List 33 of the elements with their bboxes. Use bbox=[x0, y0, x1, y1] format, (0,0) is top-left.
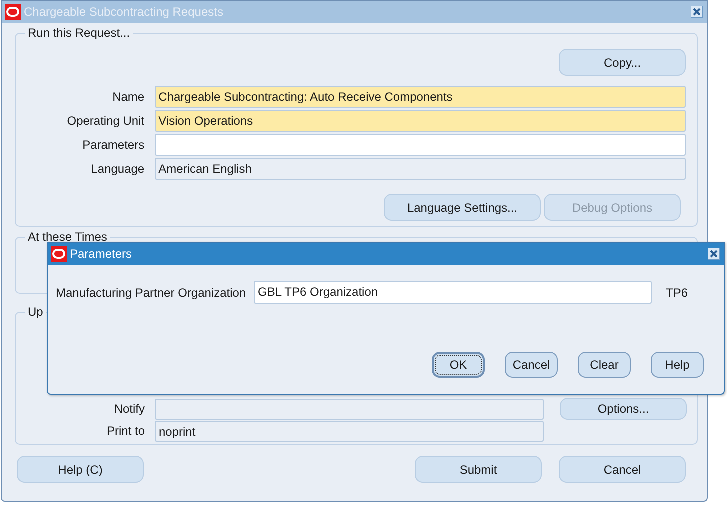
dialog-title: Parameters bbox=[70, 247, 134, 261]
input-field[interactable] bbox=[154, 134, 686, 156]
logo-icon bbox=[51, 246, 67, 262]
input-field[interactable]: GBL TP6 Organization bbox=[254, 281, 652, 304]
dialog-button[interactable]: Help bbox=[651, 352, 704, 378]
close-icon[interactable] bbox=[691, 6, 703, 18]
dialog-button[interactable]: Submit bbox=[415, 456, 542, 483]
dialog-button[interactable]: Language Settings... bbox=[384, 194, 541, 221]
input-field[interactable]: Vision Operations bbox=[154, 110, 686, 132]
dialog-button[interactable]: Help (C) bbox=[17, 456, 144, 483]
field-label: Parameters bbox=[82, 138, 146, 152]
group-legend: Up bbox=[25, 305, 46, 319]
dialog-button[interactable]: Cancel bbox=[559, 456, 686, 483]
field-label: Operating Unit bbox=[66, 114, 146, 128]
input-field[interactable]: Chargeable Subcontracting: Auto Receive Components bbox=[154, 86, 686, 108]
field-note: TP6 bbox=[666, 286, 688, 300]
logo-icon bbox=[5, 4, 21, 20]
group-legend: Run this Request... bbox=[25, 26, 134, 40]
dialog-button[interactable]: Cancel bbox=[505, 352, 558, 378]
input-field[interactable]: noprint bbox=[155, 420, 544, 442]
copy-button[interactable]: Copy... bbox=[559, 49, 686, 76]
field-label: Manufacturing Partner Organization bbox=[56, 286, 248, 300]
field-label: Notify bbox=[113, 402, 146, 416]
options-button[interactable]: Options... bbox=[560, 398, 687, 420]
dialog-button[interactable]: Clear bbox=[578, 352, 631, 378]
dialog-button[interactable]: OK bbox=[432, 352, 485, 378]
input-field[interactable]: American English bbox=[154, 158, 686, 180]
field-label: Name bbox=[112, 90, 146, 104]
field-label: Language bbox=[90, 162, 146, 176]
field-label: Print to bbox=[106, 424, 146, 438]
input-field[interactable] bbox=[155, 398, 544, 420]
close-icon[interactable] bbox=[708, 248, 720, 260]
window-title: Chargeable Subcontracting Requests bbox=[24, 5, 224, 19]
